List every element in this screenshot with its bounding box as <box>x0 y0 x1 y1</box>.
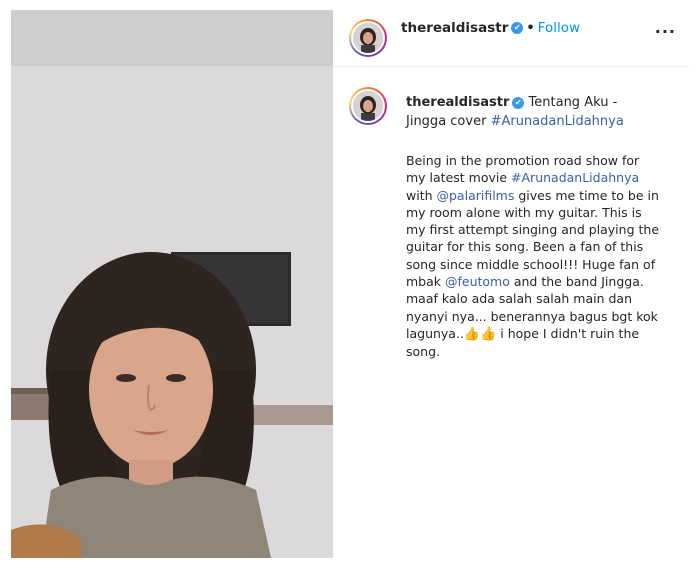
verified-badge-icon: ✔ <box>511 22 524 34</box>
post-header: therealdisastr ✔ • Follow ··· <box>333 10 690 67</box>
caption-username[interactable]: therealdisastr <box>406 95 509 110</box>
hashtag-link[interactable]: #ArunadanLidahnya <box>511 170 639 185</box>
header-username[interactable]: therealdisastr <box>401 20 508 36</box>
header-username-row: therealdisastr ✔ • Follow <box>401 20 580 36</box>
thumbs-up-icon: 👍👍 <box>463 326 497 342</box>
post-side-panel: therealdisastr ✔ • Follow ··· therealdis… <box>333 10 690 558</box>
instagram-post: therealdisastr ✔ • Follow ··· therealdis… <box>11 10 690 558</box>
verified-badge-icon: ✔ <box>512 96 525 109</box>
avatar[interactable] <box>349 19 387 57</box>
mention-link[interactable]: @feutomo <box>445 274 510 289</box>
caption-text: with <box>406 187 437 203</box>
post-photo <box>11 10 333 558</box>
caption-title: therealdisastr ✔ Tentang Aku - Jingga cov… <box>406 93 656 131</box>
caption-avatar[interactable] <box>349 87 387 125</box>
caption-avatar-image <box>353 91 383 121</box>
separator-dot: • <box>526 21 535 36</box>
caption-title-hashtag[interactable]: #ArunadanLidahnya <box>491 114 624 129</box>
avatar-image <box>353 23 383 53</box>
follow-button[interactable]: Follow <box>538 20 580 36</box>
caption-body: Being in the promotion road show for my … <box>406 152 661 361</box>
mention-link[interactable]: @palarifilms <box>437 188 515 203</box>
more-options-icon[interactable]: ··· <box>655 22 676 41</box>
post-media-video[interactable] <box>11 10 333 558</box>
